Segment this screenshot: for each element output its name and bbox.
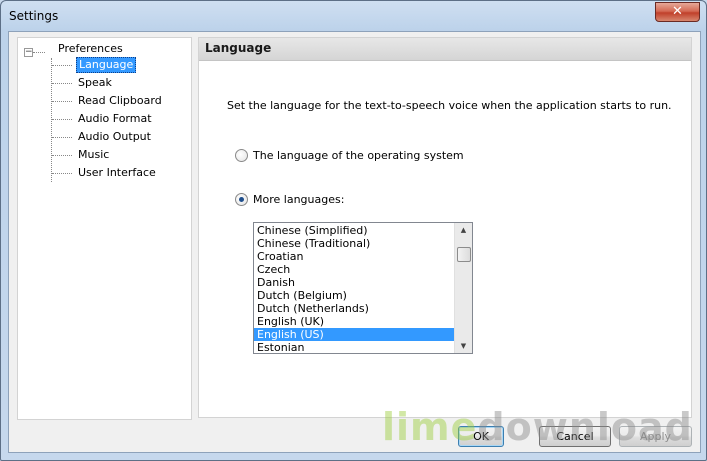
radio-os-language-label[interactable]: The language of the operating system: [253, 149, 464, 162]
list-item[interactable]: Czech: [254, 263, 454, 276]
list-item[interactable]: Chinese (Traditional): [254, 237, 454, 250]
tree-connector: [52, 65, 72, 66]
collapse-icon[interactable]: −: [24, 48, 33, 57]
title-bar[interactable]: Settings ✕: [1, 1, 706, 31]
panel-title: Language: [205, 41, 272, 55]
radio-more-languages[interactable]: More languages:: [235, 191, 344, 207]
list-item[interactable]: Danish: [254, 276, 454, 289]
language-panel: Language Set the language for the text-t…: [198, 37, 692, 418]
tree-item-audio-format[interactable]: Audio Format: [76, 111, 154, 127]
settings-window: Settings ✕ − Preferences Language Speak …: [0, 0, 707, 461]
tree-connector: [52, 155, 72, 156]
vertical-scrollbar[interactable]: ▲ ▼: [454, 223, 472, 353]
radio-os-language[interactable]: The language of the operating system: [235, 147, 464, 163]
tree-item-music[interactable]: Music: [76, 147, 111, 163]
list-item[interactable]: Dutch (Netherlands): [254, 302, 454, 315]
radio-checked-icon[interactable]: [235, 192, 248, 206]
tree-item-audio-output[interactable]: Audio Output: [76, 129, 153, 145]
close-icon: ✕: [672, 4, 683, 19]
tree-item-read-clipboard[interactable]: Read Clipboard: [76, 93, 164, 109]
list-item-selected[interactable]: English (US): [254, 328, 454, 341]
tree-item-speak[interactable]: Speak: [76, 75, 114, 91]
settings-tree: − Preferences Language Speak Read Clipbo…: [17, 37, 192, 420]
apply-button[interactable]: Apply: [619, 426, 692, 447]
cancel-button[interactable]: Cancel: [539, 426, 611, 447]
dialog-body: − Preferences Language Speak Read Clipbo…: [8, 31, 701, 453]
tree-root-preferences[interactable]: Preferences: [58, 41, 123, 56]
radio-unchecked-icon[interactable]: [235, 148, 248, 162]
close-button[interactable]: ✕: [655, 2, 700, 22]
tree-connector: [52, 101, 72, 102]
language-description: Set the language for the text-to-speech …: [227, 99, 672, 112]
scrollbar-thumb[interactable]: [457, 247, 471, 262]
tree-connector: [51, 58, 52, 182]
tree-connector: [52, 83, 72, 84]
ok-button[interactable]: OK: [458, 426, 504, 447]
tree-connector: [52, 173, 72, 174]
tree-item-user-interface[interactable]: User Interface: [76, 165, 158, 181]
tree-item-language[interactable]: Language: [76, 57, 137, 73]
window-title: Settings: [9, 9, 59, 23]
list-item[interactable]: English (UK): [254, 315, 454, 328]
list-item[interactable]: Croatian: [254, 250, 454, 263]
list-item[interactable]: Estonian: [254, 341, 454, 353]
languages-listbox[interactable]: Chinese (Simplified) Chinese (Traditiona…: [253, 222, 473, 354]
tree-connector: [52, 119, 72, 120]
tree-connector: [52, 137, 72, 138]
panel-header: Language: [199, 38, 691, 61]
list-item[interactable]: Chinese (Simplified): [254, 224, 454, 237]
scroll-down-icon[interactable]: ▼: [455, 339, 472, 353]
scroll-up-icon[interactable]: ▲: [455, 223, 472, 237]
list-item[interactable]: Dutch (Belgium): [254, 289, 454, 302]
tree-connector: [33, 52, 45, 53]
radio-more-languages-label[interactable]: More languages:: [253, 193, 344, 206]
